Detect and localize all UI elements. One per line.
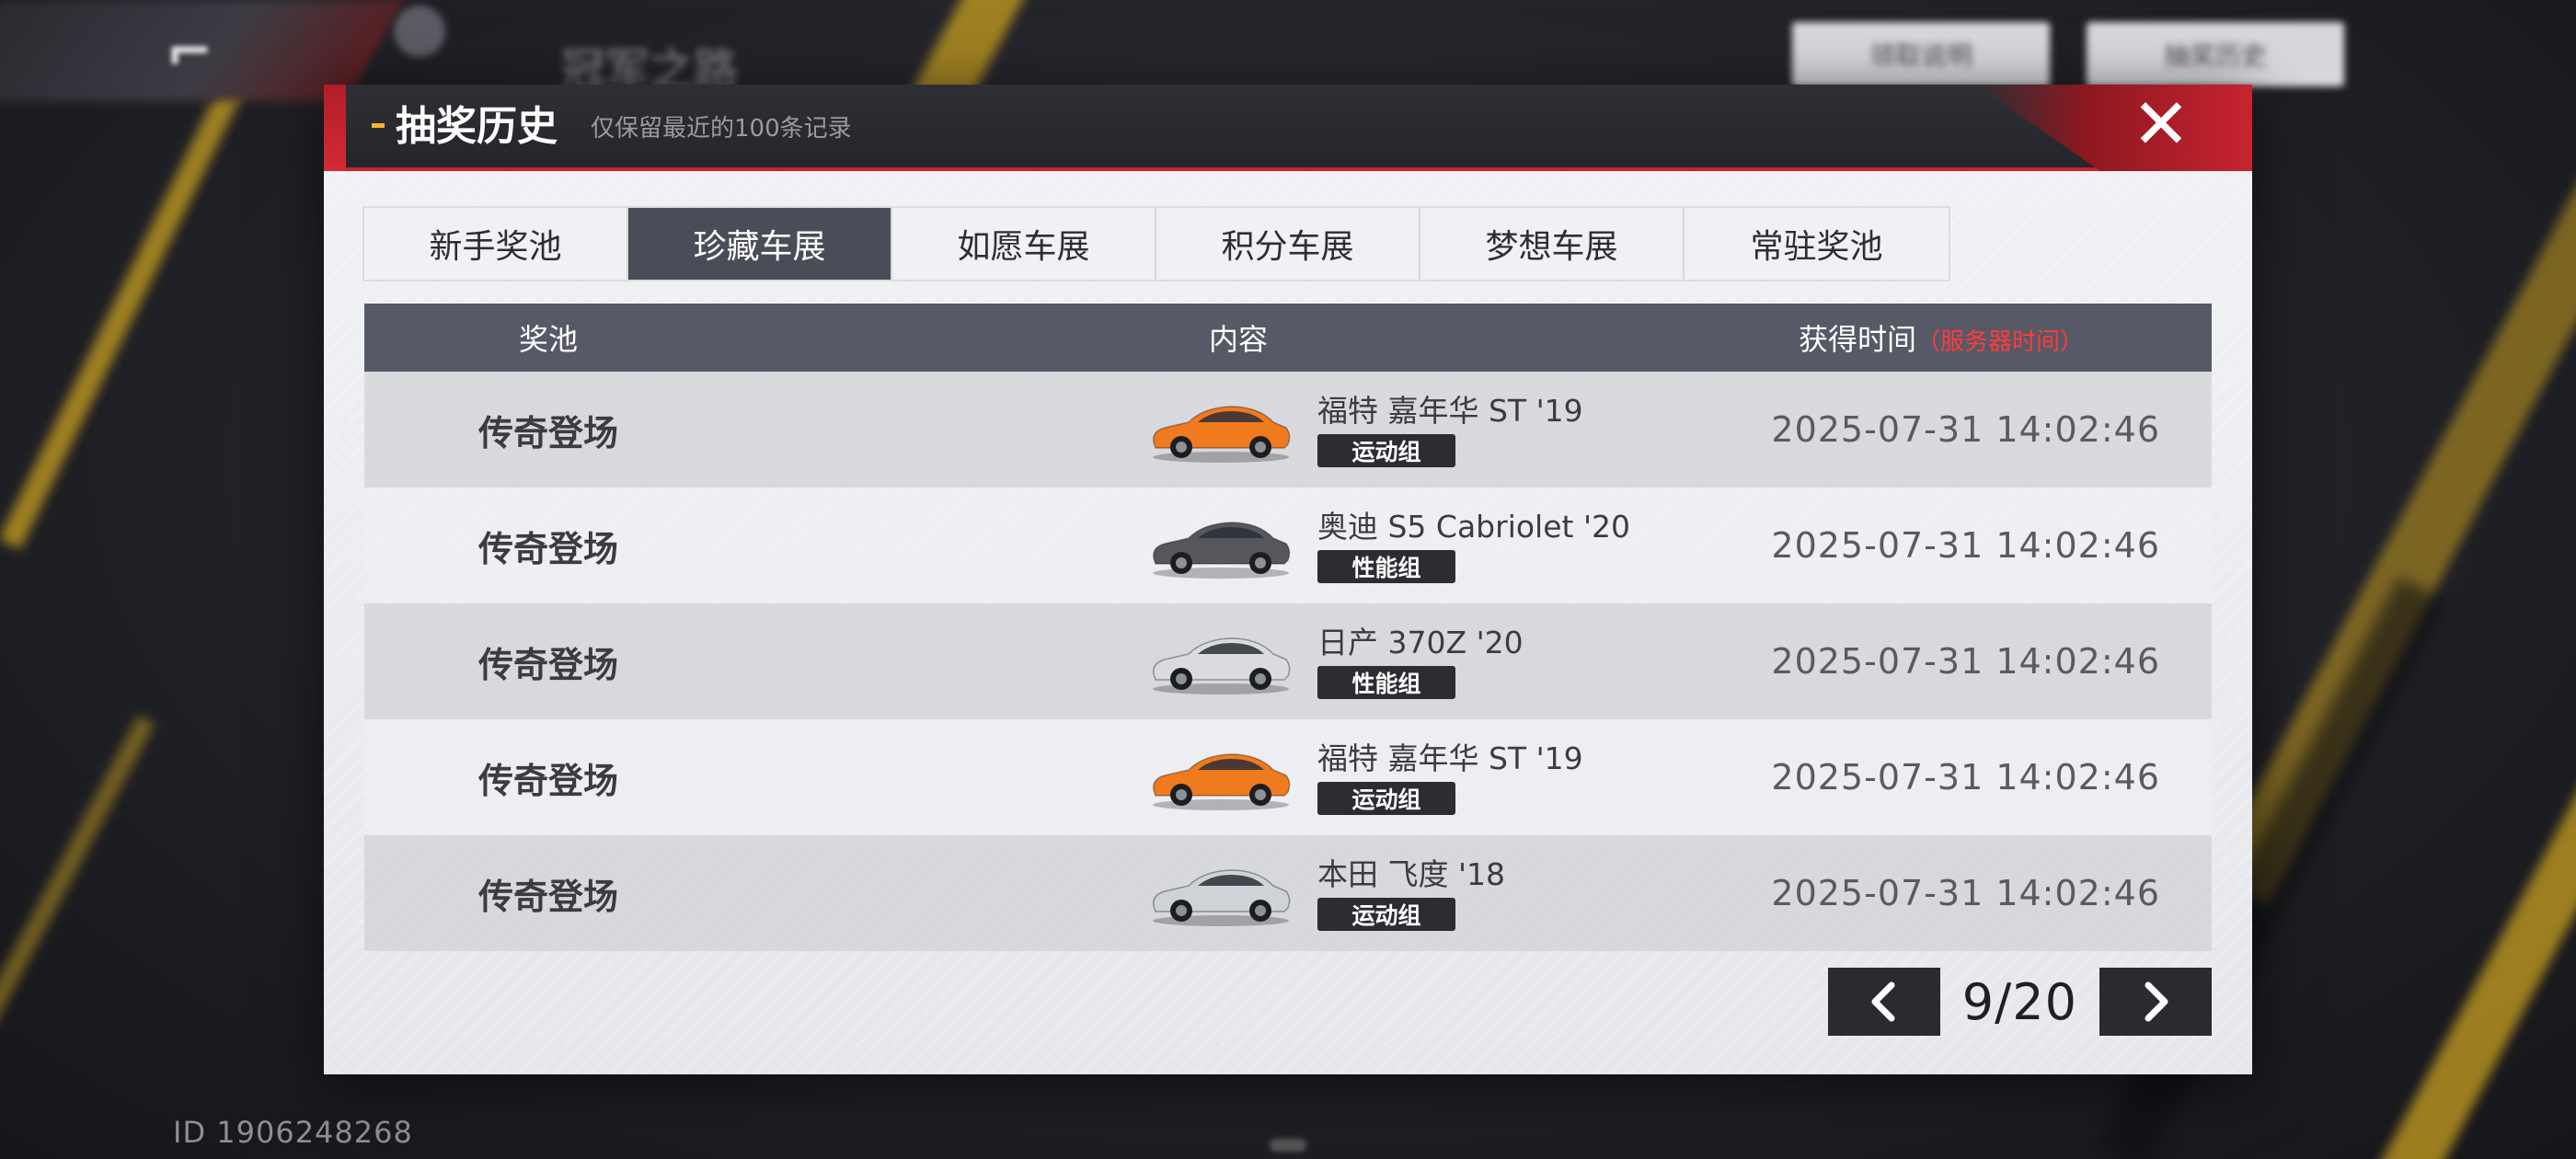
- cell-pool: 传奇登场: [477, 760, 618, 801]
- car-thumbnail-icon: [1153, 637, 1291, 694]
- next-page-button[interactable]: [2099, 968, 2212, 1036]
- car-thumbnail-icon: [1153, 753, 1291, 810]
- pool-tabs: 新手奖池 珍藏车展 如愿车展 积分车展 梦想车展 常驻奖池: [362, 206, 1950, 281]
- modal-header: 抽奖历史 仅保留最近的100条记录 ✕: [324, 85, 2252, 171]
- table-row: 传奇登场 奥迪 S5 Cabriolet '20 性能组 2025-07-31 …: [364, 488, 2212, 603]
- cell-content: 福特 嘉年华 ST '19 运动组: [732, 392, 1744, 467]
- game-logo-icon: ⌐: [166, 18, 213, 86]
- header-content: 内容: [1208, 322, 1268, 357]
- tab-wish-show[interactable]: 如愿车展: [892, 208, 1156, 280]
- car-info: 福特 嘉年华 ST '19 运动组: [1317, 392, 1583, 467]
- table-row: 传奇登场 福特 嘉年华 ST '19 运动组 2025-07-31 14:02:…: [364, 372, 2212, 488]
- header-pool: 奖池: [518, 322, 578, 357]
- bg-stripe: [2210, 143, 2576, 905]
- home-icon: [394, 6, 445, 57]
- bg-stripe: [2375, 751, 2576, 1159]
- car-info: 福特 嘉年华 ST '19 运动组: [1317, 740, 1583, 815]
- title-dash-icon: [372, 123, 385, 128]
- car-info: 奥迪 S5 Cabriolet '20 性能组: [1317, 508, 1630, 583]
- car-class-badge: 性能组: [1317, 550, 1455, 583]
- page-indicator: 9/20: [1961, 972, 2077, 1031]
- table-body: 传奇登场 福特 嘉年华 ST '19 运动组 2025-07-31 14:02:…: [364, 372, 2212, 951]
- header-time-label: 获得时间: [1798, 322, 1916, 357]
- cell-content: 奥迪 S5 Cabriolet '20 性能组: [732, 508, 1744, 583]
- bg-history-button: 抽奖历史: [2087, 22, 2344, 86]
- car-info: 日产 370Z '20 性能组: [1317, 624, 1524, 699]
- car-thumbnail-icon: [1153, 869, 1291, 926]
- cell-time: 2025-07-31 14:02:46: [1771, 641, 2160, 682]
- bg-stripe: [0, 715, 155, 1033]
- tab-permanent-pool[interactable]: 常驻奖池: [1685, 208, 1949, 280]
- cell-time: 2025-07-31 14:02:46: [1771, 757, 2160, 798]
- cell-pool: 传奇登场: [477, 412, 618, 453]
- user-id-label: ID 1906248268: [173, 1115, 413, 1150]
- car-info: 本田 飞度 '18 运动组: [1317, 855, 1505, 931]
- bg-stripe: [0, 75, 247, 550]
- header-accent-left: [324, 85, 346, 171]
- tab-collection-show[interactable]: 珍藏车展: [628, 208, 892, 280]
- history-table: 奖池 内容 获得时间（服务器时间） 传奇登场 福特 嘉年华 ST '19 运动组…: [364, 304, 2212, 951]
- bg-page-indicator: [1270, 1139, 1306, 1152]
- cell-time: 2025-07-31 14:02:46: [1771, 873, 2160, 913]
- modal-subtitle: 仅保留最近的100条记录: [591, 115, 852, 143]
- pagination: 9/20: [1827, 968, 2212, 1036]
- tab-novice-pool[interactable]: 新手奖池: [364, 208, 628, 280]
- header-accent-right: [1976, 85, 2252, 171]
- cell-content: 日产 370Z '20 性能组: [732, 624, 1744, 699]
- cell-pool: 传奇登场: [477, 528, 618, 569]
- tab-dream-show[interactable]: 梦想车展: [1420, 208, 1685, 280]
- car-class-badge: 运动组: [1317, 898, 1455, 931]
- close-icon[interactable]: ✕: [2129, 89, 2193, 159]
- car-name: 奥迪 S5 Cabriolet '20: [1317, 509, 1631, 545]
- draw-history-modal: 抽奖历史 仅保留最近的100条记录 ✕ 新手奖池 珍藏车展 如愿车展 积分车展 …: [324, 85, 2252, 1074]
- car-name: 本田 飞度 '18: [1317, 856, 1506, 892]
- car-class-badge: 运动组: [1317, 782, 1455, 815]
- table-header: 奖池 内容 获得时间（服务器时间）: [364, 304, 2212, 372]
- tab-points-show[interactable]: 积分车展: [1156, 208, 1420, 280]
- cell-time: 2025-07-31 14:02:46: [1771, 525, 2160, 566]
- car-class-badge: 性能组: [1317, 666, 1455, 699]
- car-thumbnail-icon: [1153, 406, 1291, 463]
- header-time: 获得时间（服务器时间）: [1744, 316, 2212, 359]
- header-time-note: （服务器时间）: [1916, 328, 2085, 356]
- bg-instructions-button: 领取说明: [1792, 22, 2050, 86]
- car-name: 福特 嘉年华 ST '19: [1317, 740, 1583, 776]
- table-row: 传奇登场 福特 嘉年华 ST '19 运动组 2025-07-31 14:02:…: [364, 719, 2212, 835]
- cell-content: 福特 嘉年华 ST '19 运动组: [732, 740, 1744, 815]
- cell-time: 2025-07-31 14:02:46: [1771, 409, 2160, 450]
- car-thumbnail-icon: [1153, 522, 1291, 579]
- chevron-left-icon: [1871, 981, 1895, 1022]
- chevron-right-icon: [2145, 981, 2168, 1022]
- modal-title: 抽奖历史: [396, 103, 558, 150]
- cell-pool: 传奇登场: [477, 876, 618, 917]
- car-name: 福特 嘉年华 ST '19: [1317, 393, 1583, 429]
- cell-pool: 传奇登场: [477, 644, 618, 685]
- car-class-badge: 运动组: [1317, 434, 1455, 467]
- prev-page-button[interactable]: [1827, 968, 1940, 1036]
- cell-content: 本田 飞度 '18 运动组: [732, 855, 1744, 931]
- table-row: 传奇登场 本田 飞度 '18 运动组 2025-07-31 14:02:46: [364, 835, 2212, 951]
- table-row: 传奇登场 日产 370Z '20 性能组 2025-07-31 14:02:46: [364, 603, 2212, 719]
- car-name: 日产 370Z '20: [1317, 625, 1524, 660]
